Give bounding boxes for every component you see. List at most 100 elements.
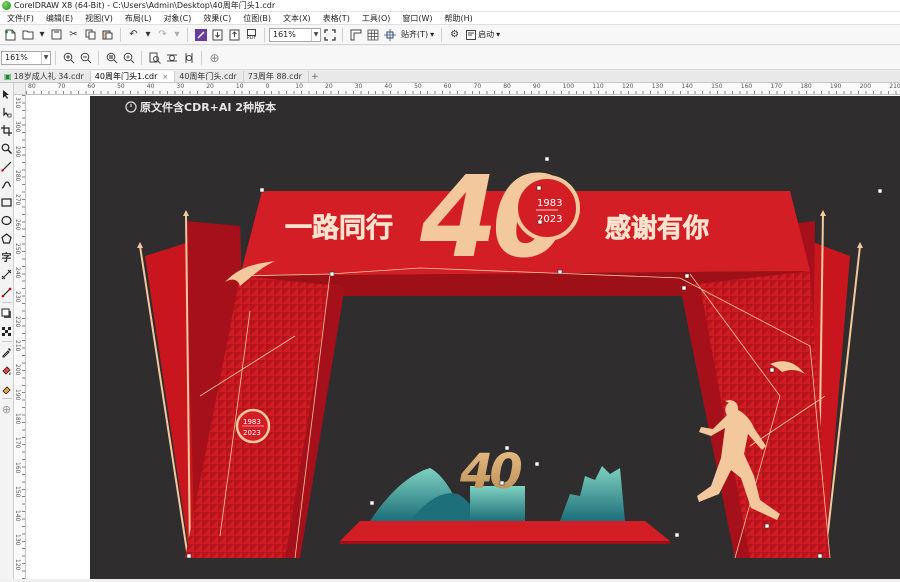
anniversary-number-small[interactable]: 40 <box>459 444 525 500</box>
city-skyline-shape[interactable] <box>560 466 625 521</box>
save-icon[interactable] <box>49 27 64 42</box>
new-document-icon[interactable] <box>3 27 18 42</box>
new-tab-plus-icon[interactable]: + <box>309 72 321 82</box>
chevron-down-icon: ▾ <box>496 30 501 39</box>
ruler-tick-label: 210 <box>889 83 900 90</box>
menu-help[interactable]: 帮助(H) <box>440 13 480 24</box>
zoom-to-page-height-icon[interactable] <box>181 50 196 65</box>
text-tool-icon[interactable]: 字 <box>1 247 13 265</box>
zoom-to-page-icon[interactable] <box>147 50 162 65</box>
paste-icon[interactable] <box>100 27 115 42</box>
ruler-tick-label: 100 <box>562 83 575 90</box>
crop-tool-icon[interactable] <box>1 121 13 139</box>
import-icon[interactable] <box>210 27 225 42</box>
menu-tools[interactable]: 工具(O) <box>357 13 398 24</box>
menu-layout[interactable]: 布局(L) <box>120 13 159 24</box>
interactive-fill-tool-icon[interactable] <box>1 361 13 379</box>
vertical-ruler[interactable]: 310 300 290 280 270 260 250 240 230 220 210 200 190 1… <box>14 95 26 579</box>
menu-view[interactable]: 视图(V) <box>80 13 120 24</box>
export-icon[interactable] <box>227 27 242 42</box>
zoom-out-icon[interactable] <box>78 50 93 65</box>
document-page[interactable]: 原文件含CDR+AI 2种版本 一路同行 感谢有你 40 1983 2023 1… <box>90 96 900 579</box>
zoom-to-selected-icon[interactable] <box>104 50 119 65</box>
ruler-tick-label: 130 <box>651 83 664 90</box>
chevron-down-icon[interactable]: ▼ <box>311 28 320 41</box>
ruler-tick-label: 310 <box>14 97 21 109</box>
ruler-tick-label: 150 <box>711 83 723 90</box>
slogan-right-text[interactable]: 感谢有你 <box>605 213 710 245</box>
menu-table[interactable]: 表格(T) <box>318 13 357 24</box>
ruler-origin-corner[interactable] <box>14 83 26 95</box>
close-tab-icon[interactable]: × <box>162 73 168 81</box>
connector-tool-icon[interactable] <box>1 283 13 301</box>
artistic-media-tool-icon[interactable] <box>1 175 13 193</box>
tab-label: 18岁成人礼 34.cdr <box>13 72 84 81</box>
rectangle-tool-icon[interactable] <box>1 193 13 211</box>
ruler-tick-label: 90 <box>532 83 541 90</box>
chevron-down-icon[interactable]: ▼ <box>41 51 50 64</box>
document-tab[interactable]: 40周年门头.cdr <box>175 71 244 82</box>
zoom-level-combo[interactable]: 161% ▼ <box>269 27 321 42</box>
redo-dropdown-icon[interactable]: ▾ <box>172 27 182 42</box>
ruler-tick-label: 230 <box>14 291 21 303</box>
snap-to-menu[interactable]: 贴齐(T) ▾ <box>398 29 437 40</box>
slogan-left-text[interactable]: 一路同行 <box>285 212 394 245</box>
document-tab[interactable]: ▣ 18岁成人礼 34.cdr <box>0 71 91 82</box>
menu-window[interactable]: 窗口(W) <box>397 13 439 24</box>
zoom-tool-icon[interactable] <box>1 139 13 157</box>
zoom-in-icon[interactable] <box>61 50 76 65</box>
artwork-svg[interactable]: 原文件含CDR+AI 2种版本 一路同行 感谢有你 40 1983 2023 1… <box>90 96 900 579</box>
open-dropdown-icon[interactable]: ▾ <box>37 27 47 42</box>
menu-effects[interactable]: 效果(C) <box>198 13 238 24</box>
platform-top[interactable] <box>340 521 670 541</box>
publish-pdf-icon[interactable]: PDF <box>244 27 259 42</box>
options-gear-icon[interactable]: ⚙ <box>447 27 462 42</box>
menu-edit[interactable]: 编辑(E) <box>41 13 80 24</box>
zoom-to-all-objects-icon[interactable] <box>121 50 136 65</box>
shape-tool-icon[interactable] <box>1 103 13 121</box>
show-guidelines-icon[interactable] <box>382 27 397 42</box>
ruler-tick-label: 20 <box>325 83 333 90</box>
toolbar-separator <box>98 50 99 65</box>
undo-dropdown-icon[interactable]: ▾ <box>143 27 153 42</box>
menu-text[interactable]: 文本(X) <box>278 13 318 24</box>
application-launcher-menu[interactable]: 启动 ▾ <box>463 29 503 40</box>
open-folder-icon[interactable] <box>20 27 35 42</box>
zoom-to-page-width-icon[interactable] <box>164 50 179 65</box>
redo-icon[interactable]: ↷ <box>155 27 170 42</box>
menu-bitmaps[interactable]: 位图(B) <box>238 13 278 24</box>
launcher-icon <box>466 29 477 40</box>
toolbar-separator <box>342 27 343 42</box>
polygon-tool-icon[interactable] <box>1 229 13 247</box>
ellipse-tool-icon[interactable] <box>1 211 13 229</box>
toolbar-separator <box>141 50 142 65</box>
search-content-icon[interactable] <box>193 27 208 42</box>
menu-object[interactable]: 对象(C) <box>159 13 199 24</box>
drop-shadow-tool-icon[interactable] <box>1 304 13 322</box>
toolbar-separator <box>201 50 202 65</box>
ruler-tick-label: 280 <box>14 169 21 182</box>
full-screen-icon[interactable] <box>322 27 337 42</box>
undo-icon[interactable]: ↶ <box>126 27 141 42</box>
ruler-tick-label: 20 <box>206 83 214 90</box>
add-preset-icon[interactable]: ⊕ <box>207 50 222 65</box>
ruler-tick-label: 140 <box>14 510 21 522</box>
smart-fill-tool-icon[interactable] <box>1 379 13 397</box>
menu-file[interactable]: 文件(F) <box>2 13 41 24</box>
horizontal-ruler[interactable]: 80 70 60 50 40 30 20 10 0 10 20 30 40 50 60 70 80 90 100 11… <box>26 83 900 95</box>
color-eyedropper-tool-icon[interactable] <box>1 343 13 361</box>
zoom-level-combo-propbar[interactable]: 161% ▼ <box>1 50 51 65</box>
document-tab-active[interactable]: 40周年门头1.cdr × <box>90 71 176 82</box>
pick-tool-icon[interactable] <box>1 85 13 103</box>
show-rulers-icon[interactable] <box>348 27 363 42</box>
transparency-tool-icon[interactable] <box>1 322 13 340</box>
ruler-tick-label: 180 <box>14 412 21 425</box>
zoom-level-value: 161% <box>273 30 296 39</box>
add-tool-plus-icon[interactable]: ⊕ <box>1 400 13 418</box>
document-tab[interactable]: 73周年 88.cdr <box>244 71 309 82</box>
freehand-tool-icon[interactable] <box>1 157 13 175</box>
cut-icon[interactable]: ✂ <box>66 27 81 42</box>
copy-icon[interactable] <box>83 27 98 42</box>
parallel-dimension-tool-icon[interactable] <box>1 265 13 283</box>
show-grid-icon[interactable] <box>365 27 380 42</box>
